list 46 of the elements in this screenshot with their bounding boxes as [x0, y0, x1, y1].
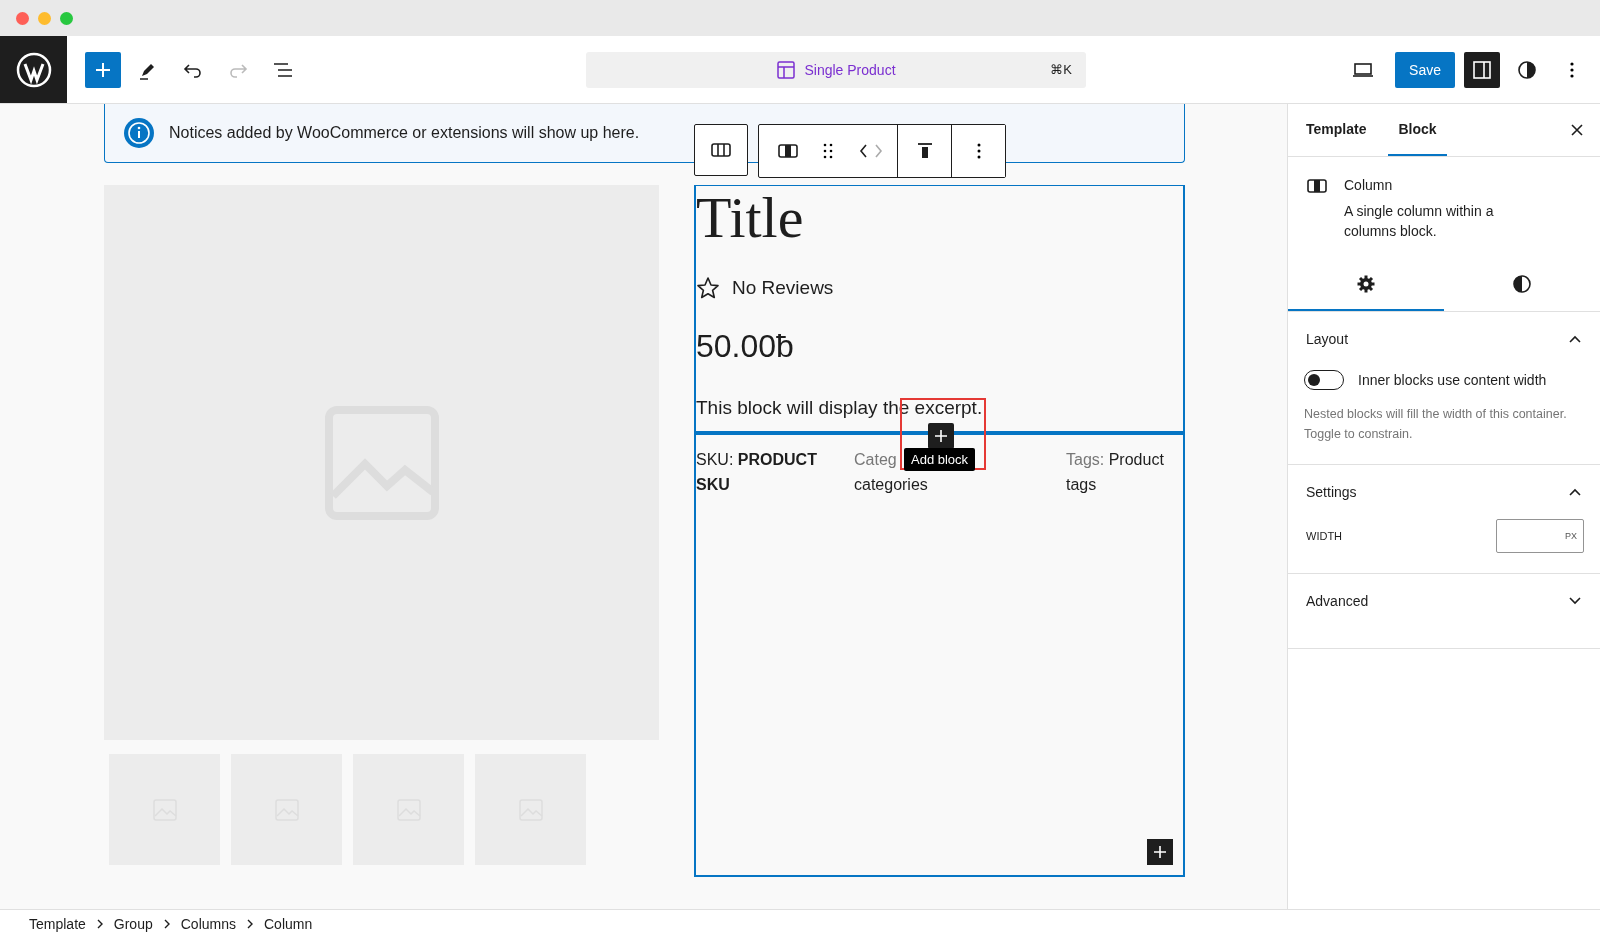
breadcrumb-link[interactable]: Column — [264, 916, 313, 932]
template-icon — [776, 59, 797, 80]
keyboard-shortcut: ⌘K — [1050, 62, 1072, 77]
document-title: Single Product — [804, 61, 896, 78]
breadcrumb-link[interactable]: Columns — [180, 916, 236, 932]
columns-icon[interactable] — [694, 124, 748, 176]
breadcrumb-link[interactable]: Group — [113, 916, 153, 932]
sidebar-tab[interactable]: Block — [1388, 104, 1447, 156]
close-icon[interactable] — [1570, 123, 1584, 137]
toggle-label: Inner blocks use content width — [1358, 372, 1547, 388]
panel-header[interactable]: Settings — [1304, 465, 1584, 519]
column-icon — [1306, 177, 1328, 195]
chevron-icon — [246, 919, 254, 929]
product-price: 50.00ƀ — [696, 328, 795, 365]
block-name: Column — [1344, 177, 1394, 193]
sidebar-tab[interactable]: Template — [1296, 104, 1377, 156]
chevron-icon — [162, 919, 171, 929]
chevron-icon — [95, 919, 104, 929]
sidebar-toggle-icon[interactable] — [1464, 51, 1500, 88]
breadcrumb-link[interactable]: Template — [29, 916, 86, 932]
categories-text: categories — [854, 475, 928, 495]
width-label: WIDTH — [1306, 530, 1343, 542]
save-button[interactable]: Save — [1395, 51, 1455, 88]
width-input[interactable]: PX — [1496, 519, 1584, 553]
star-icon — [696, 276, 720, 300]
reviews-text: No Reviews — [732, 277, 834, 299]
more-options-icon[interactable] — [951, 125, 1005, 177]
block-description: A single column within a columns block. — [1344, 202, 1495, 241]
sku-text: SKU: PRODUCT SKU — [696, 450, 818, 495]
contrast-icon — [1512, 274, 1532, 294]
panel-header[interactable]: Layout — [1304, 312, 1584, 366]
document-bar[interactable]: Single Product ⌘K — [586, 51, 1086, 88]
wordpress-logo[interactable] — [0, 36, 67, 103]
notice-text: Notices added by WooCommerce or extensions will show up here. — [169, 124, 640, 142]
plus-icon — [934, 429, 948, 443]
product-title: Title — [696, 188, 805, 248]
tags-text: Tags: Product tags — [1066, 450, 1165, 495]
info-icon — [123, 117, 155, 149]
tooltip: Add block — [904, 448, 976, 471]
add-block-button[interactable] — [1147, 839, 1173, 865]
panel-header[interactable]: Advanced — [1304, 574, 1584, 628]
add-block-button[interactable] — [928, 423, 954, 449]
help-text: Nested blocks will fill the width of this container. Toggle to constrain. — [1304, 406, 1568, 443]
plus-icon — [1153, 845, 1167, 859]
toggle-switch[interactable] — [1304, 370, 1344, 390]
categories-text: Categ — [854, 450, 897, 470]
